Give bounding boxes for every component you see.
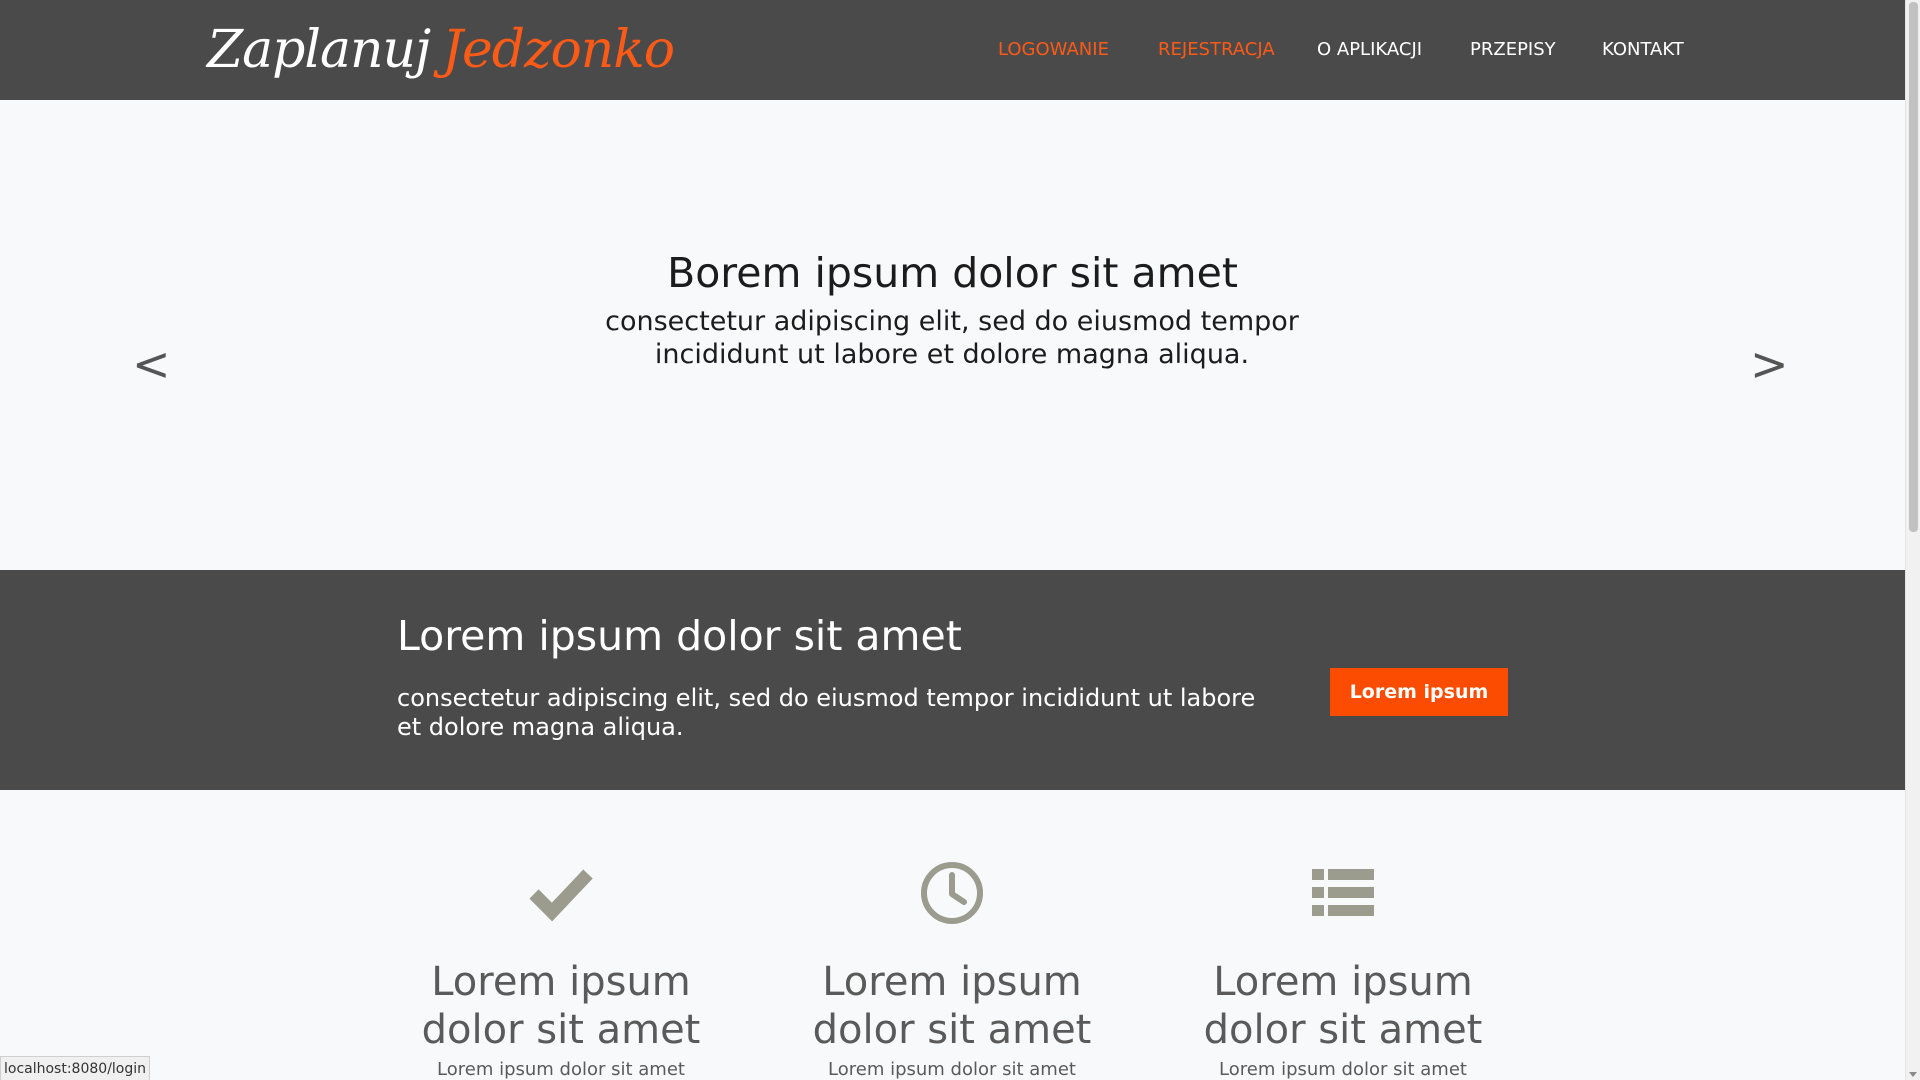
- cta-text: consectetur adipiscing elit, sed do eius…: [397, 684, 1256, 741]
- logo-text-primary: Zaplanuj: [207, 20, 431, 80]
- feature-text: Lorem ipsum dolor sit amet: [437, 1059, 685, 1080]
- carousel-prev-arrow[interactable]: <: [132, 336, 171, 392]
- navbar: Zaplanuj Jedzonko LOGOWANIE REJESTRACJA O…: [0, 0, 1905, 100]
- logo-text-accent: Jedzonko: [442, 20, 675, 80]
- nav-link-logowanie[interactable]: LOGOWANIE: [998, 38, 1109, 62]
- feature-title: Lorem ipsum dolor sit amet: [812, 959, 1092, 1053]
- cta-band: Lorem ipsum dolor sit amet consectetur a…: [0, 570, 1905, 790]
- page: Zaplanuj Jedzonko LOGOWANIE REJESTRACJA O…: [0, 0, 1905, 1080]
- hero-subtitle: consectetur adipiscing elit, sed do eius…: [605, 306, 1299, 370]
- feature-text: Lorem ipsum dolor sit amet: [828, 1059, 1076, 1080]
- status-url: localhost:8080/login: [0, 1056, 151, 1080]
- logo[interactable]: Zaplanuj Jedzonko: [207, 14, 675, 86]
- clock-icon: [921, 862, 983, 924]
- cta-button[interactable]: Lorem ipsum: [1330, 668, 1508, 716]
- hero-carousel: < Borem ipsum dolor sit amet consectetur…: [0, 100, 1905, 570]
- nav-link-o-aplikacji[interactable]: O APLIKACJI: [1317, 38, 1422, 62]
- hero-title: Borem ipsum dolor sit amet: [667, 249, 1238, 297]
- check-icon: [529, 869, 593, 922]
- carousel-next-arrow[interactable]: >: [1750, 336, 1789, 392]
- nav-link-kontakt[interactable]: KONTAKT: [1602, 38, 1684, 62]
- nav-link-przepisy[interactable]: PRZEPISY: [1470, 38, 1556, 62]
- feature-title: Lorem ipsum dolor sit amet: [1203, 959, 1483, 1053]
- cta-title: Lorem ipsum dolor sit amet: [397, 612, 962, 660]
- feature-title: Lorem ipsum dolor sit amet: [421, 959, 701, 1053]
- feature-card: Lorem ipsum dolor sit amet Lorem ipsum d…: [381, 860, 741, 1080]
- feature-card: Lorem ipsum dolor sit amet Lorem ipsum d…: [1163, 860, 1523, 1080]
- vertical-scrollbar[interactable]: [1905, 0, 1920, 1080]
- scroll-down-arrow-icon[interactable]: [1909, 1072, 1917, 1077]
- feature-card: Lorem ipsum dolor sit amet Lorem ipsum d…: [772, 860, 1132, 1080]
- list-icon: [1312, 869, 1374, 916]
- feature-text: Lorem ipsum dolor sit amet: [1219, 1059, 1467, 1080]
- scrollbar-thumb[interactable]: [1909, 2, 1918, 532]
- nav-link-rejestracja[interactable]: REJESTRACJA: [1158, 38, 1275, 62]
